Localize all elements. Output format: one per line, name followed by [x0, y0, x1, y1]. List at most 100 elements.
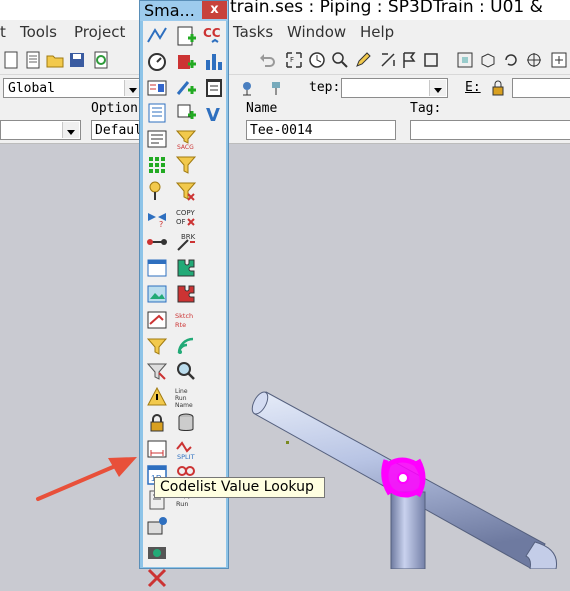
puzzle-icon[interactable] — [173, 255, 199, 281]
menu-help[interactable]: Help — [360, 23, 394, 41]
annotation-arrow — [36, 457, 137, 501]
box-icon[interactable] — [477, 49, 499, 71]
name-label: Name — [246, 101, 278, 116]
puzzle-red-icon[interactable] — [173, 281, 199, 307]
rotate-icon[interactable] — [500, 49, 522, 71]
square-icon[interactable] — [420, 49, 442, 71]
line-run-icon[interactable]: Line Run Name — [173, 384, 199, 410]
valve-icon[interactable]: ? — [144, 204, 170, 230]
v-icon[interactable]: V — [201, 100, 227, 126]
palette-title-bar[interactable]: Sma... x — [140, 1, 228, 21]
view-icon[interactable] — [548, 49, 570, 71]
svg-text:Run: Run — [175, 395, 187, 402]
pin-tool-icon[interactable] — [265, 77, 287, 99]
palette-title: Sma... — [144, 1, 195, 20]
tee-fitting[interactable] — [381, 457, 426, 498]
new-file-icon[interactable] — [22, 49, 44, 71]
tag-field[interactable] — [410, 120, 570, 140]
list-icon[interactable] — [144, 100, 170, 126]
zoom-icon[interactable] — [329, 49, 351, 71]
flag-icon[interactable] — [398, 49, 420, 71]
refresh-doc-icon[interactable] — [90, 49, 112, 71]
save-icon[interactable] — [66, 49, 88, 71]
filter-yellow-icon[interactable] — [173, 152, 199, 178]
picture-icon[interactable] — [144, 281, 170, 307]
cc-icon[interactable]: CC — [201, 23, 227, 49]
frame-icon[interactable] — [454, 49, 476, 71]
tooltip: Codelist Value Lookup — [154, 477, 325, 498]
database-icon[interactable] — [173, 410, 199, 436]
open-icon[interactable] — [44, 49, 66, 71]
sketch-icon[interactable]: Sktch Rte — [173, 307, 199, 333]
menu-window[interactable]: Window — [287, 23, 346, 41]
chevron-down-icon[interactable] — [62, 122, 79, 138]
undo-icon[interactable] — [256, 49, 278, 71]
anchor-icon[interactable] — [236, 77, 258, 99]
tag-label: Tag: — [410, 101, 442, 116]
filter-icon[interactable] — [144, 333, 170, 359]
copy-of-icon[interactable]: COPY OF — [173, 204, 199, 230]
shape-icon[interactable] — [377, 49, 399, 71]
fit-icon[interactable]: F — [283, 49, 305, 71]
menu-tools[interactable]: Tools — [20, 23, 57, 41]
properties-icon[interactable] — [144, 75, 170, 101]
name-value: Tee-0014 — [250, 123, 313, 138]
add-red-icon[interactable] — [173, 49, 199, 75]
filter-x-icon[interactable] — [173, 178, 199, 204]
svg-text:Rte: Rte — [175, 321, 186, 329]
svg-text:?: ? — [159, 220, 163, 229]
pencil-icon[interactable] — [352, 49, 374, 71]
report-icon[interactable] — [144, 126, 170, 152]
menu-edit[interactable]: t — [0, 23, 6, 41]
menu-project[interactable]: Project — [74, 23, 125, 41]
new-icon[interactable] — [0, 49, 22, 71]
add-blue-icon[interactable] — [173, 75, 199, 101]
chevron-down-icon[interactable] — [429, 80, 446, 96]
lock-icon[interactable] — [487, 77, 509, 99]
hammer-icon[interactable] — [144, 358, 170, 384]
camera-icon[interactable] — [144, 539, 170, 565]
filter-value: Global — [8, 81, 55, 96]
pin-icon[interactable] — [144, 178, 170, 204]
left-dropdown[interactable] — [0, 120, 81, 140]
clock-icon[interactable] — [306, 49, 328, 71]
add-green-icon[interactable] — [173, 100, 199, 126]
clipboard-icon[interactable] — [201, 75, 227, 101]
close-icon[interactable]: x — [202, 1, 227, 19]
option-field[interactable]: Defaul — [91, 120, 142, 140]
svg-text:COPY: COPY — [176, 209, 195, 217]
svg-text:Sktch: Sktch — [175, 312, 193, 320]
draw-icon[interactable] — [144, 307, 170, 333]
chart-icon[interactable] — [201, 49, 227, 75]
window-icon[interactable] — [144, 255, 170, 281]
graphic-view[interactable] — [0, 144, 570, 569]
rotate-3d-icon[interactable] — [523, 49, 545, 71]
tooltip-text: Codelist Value Lookup — [160, 479, 314, 495]
signal-icon[interactable] — [173, 333, 199, 359]
filter-sort-icon[interactable]: SACG — [173, 126, 199, 152]
step-dropdown[interactable] — [341, 78, 448, 98]
filter-toolbar: Global tep: E: — [0, 75, 570, 101]
connection-icon[interactable] — [144, 229, 170, 255]
svg-text:BRK: BRK — [181, 233, 196, 241]
route-icon[interactable] — [144, 23, 170, 49]
add-document-icon[interactable] — [173, 23, 199, 49]
measure-icon[interactable] — [144, 49, 170, 75]
search-icon[interactable] — [173, 358, 199, 384]
branch-pipe[interactable] — [390, 491, 426, 569]
dimension-icon[interactable] — [144, 436, 170, 462]
warning-icon[interactable] — [144, 384, 170, 410]
mirror-icon[interactable] — [144, 513, 170, 539]
split-icon[interactable]: SPLIT — [173, 436, 199, 462]
option-label: Option — [91, 101, 138, 116]
brk-icon[interactable]: BRK — [173, 229, 199, 255]
menu-tasks[interactable]: Tasks — [233, 23, 273, 41]
svg-text:SACG: SACG — [177, 144, 194, 151]
lock-icon[interactable] — [144, 410, 170, 436]
grid-icon[interactable] — [144, 152, 170, 178]
step-label: tep: — [309, 80, 341, 95]
filter-dropdown[interactable]: Global — [3, 78, 143, 98]
e-field[interactable] — [512, 78, 570, 98]
name-field[interactable]: Tee-0014 — [246, 120, 396, 140]
svg-text:F: F — [290, 56, 294, 64]
